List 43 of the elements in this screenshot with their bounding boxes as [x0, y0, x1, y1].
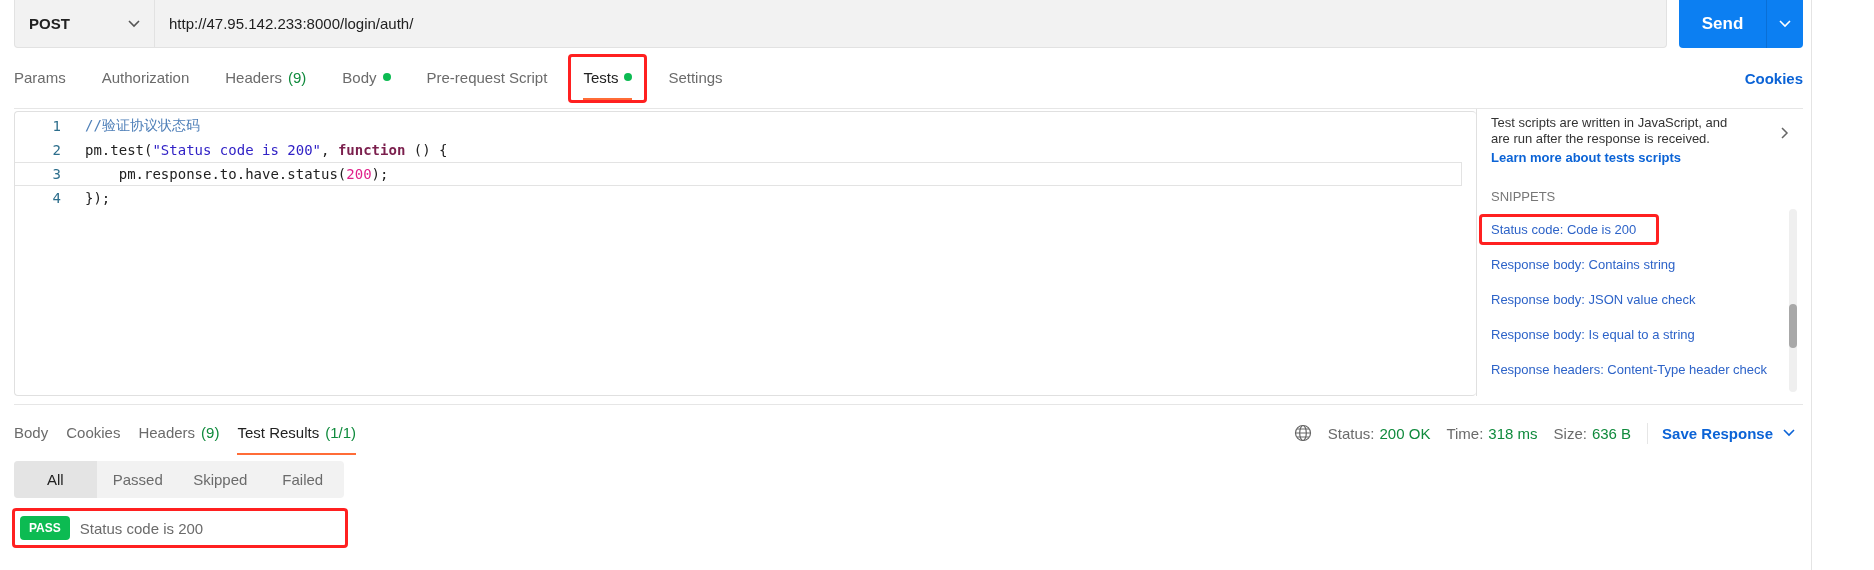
response-meta: Size: 636 B: [1553, 424, 1632, 442]
line-number: 1: [51, 118, 62, 134]
filter-tab[interactable]: Passed: [96, 461, 179, 498]
save-response-button[interactable]: Save Response: [1647, 422, 1803, 444]
pass-badge: PASS: [20, 516, 70, 540]
snippet-link[interactable]: Response body: Contains string: [1491, 247, 1791, 282]
cookies-link[interactable]: Cookies: [1744, 69, 1803, 87]
snippet-link[interactable]: Response body: JSON value check: [1491, 282, 1791, 317]
request-tab[interactable]: Pre-request Script: [426, 56, 548, 100]
line-number: 3: [51, 166, 62, 182]
snippet-link[interactable]: Response body: Is equal to a string: [1491, 317, 1791, 352]
snippet-link[interactable]: Response headers: Content-Type header check: [1491, 352, 1791, 387]
request-tab[interactable]: Body: [342, 56, 391, 100]
intro-text: Test scripts are written in JavaScript, and are run after the response is received.: [1491, 115, 1729, 147]
caret-icon: [1779, 20, 1791, 28]
globe-icon[interactable]: [1293, 424, 1312, 442]
scrollbar[interactable]: [1789, 209, 1797, 392]
line-number: 4: [51, 190, 62, 206]
filter-tab[interactable]: All: [14, 461, 97, 498]
request-tab[interactable]: Tests: [583, 56, 633, 100]
code-line: });: [85, 190, 111, 206]
test-name: Status code is 200: [79, 519, 204, 537]
response-tab[interactable]: Body: [14, 411, 49, 455]
response-meta: Time: 318 ms: [1446, 424, 1538, 442]
caret-icon: [1783, 429, 1795, 437]
response-meta: Status: 200 OK: [1327, 424, 1431, 442]
filter-tab[interactable]: Skipped: [179, 461, 262, 498]
response-tab[interactable]: Cookies: [66, 411, 121, 455]
snippet-link[interactable]: Status code: Code is 200: [1491, 217, 1637, 242]
request-tab[interactable]: Params: [14, 56, 66, 100]
code-line: pm.response.to.have.status(200);: [117, 166, 389, 182]
line-number: 2: [51, 142, 62, 158]
request-tab[interactable]: Authorization: [101, 56, 190, 100]
code-line: //验证协议状态码: [85, 117, 200, 135]
filter-tab[interactable]: Failed: [261, 461, 344, 498]
snippets-heading: SNIPPETS: [1491, 189, 1557, 204]
response-tab[interactable]: Test Results (1/1): [237, 411, 356, 455]
learn-more-link[interactable]: Learn more about tests scripts: [1491, 150, 1791, 165]
request-tab[interactable]: Headers (9): [225, 56, 307, 100]
request-tab[interactable]: Settings: [668, 56, 723, 100]
response-tab[interactable]: Headers (9): [138, 411, 220, 455]
chevron-right-icon[interactable]: [1781, 127, 1789, 139]
code-line: pm.test("Status code is 200", function () {: [85, 142, 448, 158]
